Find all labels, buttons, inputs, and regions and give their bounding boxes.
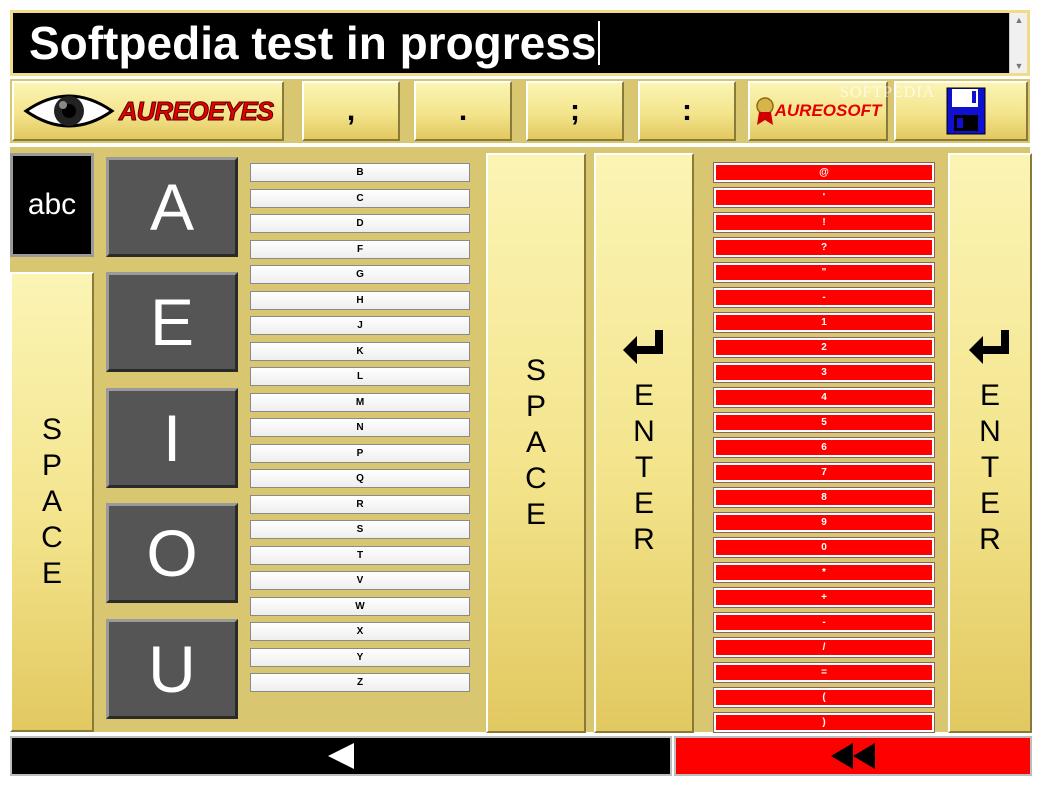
rewind-icon: [831, 743, 875, 769]
key-consonant-j[interactable]: J: [250, 316, 470, 335]
aureoeyes-wordmark: AUREOEYES: [118, 95, 274, 126]
key-consonant-z[interactable]: Z: [250, 673, 470, 692]
key-symbol-20[interactable]: =: [714, 663, 934, 682]
key-symbol-10[interactable]: 5: [714, 413, 934, 432]
enter-button-right[interactable]: ENTER: [948, 153, 1032, 733]
key-colon[interactable]: :: [638, 81, 736, 141]
key-consonant-b[interactable]: B: [250, 163, 470, 182]
key-consonant-f[interactable]: F: [250, 239, 470, 259]
enter-button-left[interactable]: ENTER: [594, 153, 694, 733]
key-symbol-13[interactable]: 8: [714, 488, 934, 507]
key-symbol-3[interactable]: ?: [714, 238, 934, 257]
key-symbol-16[interactable]: *: [714, 563, 934, 582]
key-symbol-7[interactable]: 2: [714, 338, 934, 357]
key-vowel-e[interactable]: E: [106, 272, 238, 372]
key-consonant-m[interactable]: M: [250, 392, 470, 412]
key-symbol-21[interactable]: (: [714, 688, 934, 707]
space-label: SPACE: [41, 413, 63, 590]
key-symbol-14[interactable]: 9: [714, 513, 934, 532]
key-consonant-t[interactable]: T: [250, 545, 470, 565]
key-semicolon[interactable]: ;: [526, 81, 624, 141]
medal-icon: [755, 97, 774, 125]
floppy-disk-icon: [946, 87, 986, 135]
key-consonant-r[interactable]: R: [250, 494, 470, 514]
softpedia-watermark: SOFTPEDIA: [840, 84, 936, 101]
key-symbol-22[interactable]: ): [714, 713, 934, 732]
key-comma[interactable]: ,: [302, 81, 400, 141]
key-consonant-h[interactable]: H: [250, 290, 470, 310]
key-consonant-w[interactable]: W: [250, 596, 470, 616]
text-display[interactable]: Softpedia test in progress ▲ ▼: [13, 13, 1027, 73]
scroll-up-icon[interactable]: ▲: [1010, 13, 1028, 27]
enter-arrow-icon: [623, 330, 663, 364]
enter-label: ENTER: [979, 379, 1001, 556]
space-label: SPACE: [525, 354, 547, 531]
backspace-triangle-icon: [328, 743, 354, 769]
key-symbol-9[interactable]: 4: [714, 388, 934, 407]
key-consonant-l[interactable]: L: [250, 367, 470, 386]
key-symbol-18[interactable]: -: [714, 613, 934, 632]
key-symbol-15[interactable]: 0: [714, 538, 934, 557]
case-toggle-label: abc: [27, 188, 77, 221]
key-symbol-11[interactable]: 6: [714, 438, 934, 457]
key-symbol-17[interactable]: +: [714, 588, 934, 607]
space-button-center[interactable]: SPACE: [486, 153, 586, 733]
text-caret: [598, 21, 601, 65]
clear-button[interactable]: [674, 736, 1032, 776]
key-consonant-p[interactable]: P: [250, 443, 470, 463]
vertical-scrollbar[interactable]: ▲ ▼: [1009, 13, 1027, 73]
case-toggle-button[interactable]: abc: [10, 153, 94, 257]
key-period[interactable]: .: [414, 81, 512, 141]
key-symbol-19[interactable]: /: [714, 638, 934, 657]
key-symbol-8[interactable]: 3: [714, 363, 934, 382]
space-button-left[interactable]: SPACE: [10, 272, 94, 732]
key-consonant-n[interactable]: N: [250, 418, 470, 437]
key-symbol-0[interactable]: @: [714, 163, 934, 182]
key-symbol-12[interactable]: 7: [714, 463, 934, 482]
key-consonant-v[interactable]: V: [250, 571, 470, 590]
key-consonant-c[interactable]: C: [250, 188, 470, 208]
aureosoft-wordmark: AUREOSOFT: [774, 101, 882, 120]
key-symbol-6[interactable]: 1: [714, 313, 934, 332]
enter-label: ENTER: [633, 379, 655, 556]
scroll-down-icon[interactable]: ▼: [1010, 59, 1028, 73]
key-symbol-4[interactable]: ": [714, 263, 934, 282]
key-vowel-i[interactable]: I: [106, 388, 238, 488]
key-vowel-u[interactable]: U: [106, 619, 238, 719]
text-display-frame: Softpedia test in progress ▲ ▼: [10, 10, 1030, 76]
key-consonant-s[interactable]: S: [250, 520, 470, 539]
backspace-button[interactable]: [10, 736, 672, 776]
key-symbol-1[interactable]: ': [714, 188, 934, 207]
key-vowel-o[interactable]: O: [106, 503, 238, 603]
typed-text: Softpedia test in progress: [29, 17, 597, 69]
aureoeyes-logo: AUREOEYES: [12, 81, 284, 141]
key-consonant-q[interactable]: Q: [250, 469, 470, 488]
key-consonant-d[interactable]: D: [250, 214, 470, 233]
key-consonant-k[interactable]: K: [250, 341, 470, 361]
key-consonant-g[interactable]: G: [250, 265, 470, 284]
eye-icon: [23, 94, 115, 128]
key-consonant-x[interactable]: X: [250, 622, 470, 641]
key-symbol-5[interactable]: -: [714, 288, 934, 307]
key-symbol-2[interactable]: !: [714, 213, 934, 232]
key-vowel-a[interactable]: A: [106, 157, 238, 257]
key-consonant-y[interactable]: Y: [250, 647, 470, 667]
enter-arrow-icon: [969, 330, 1009, 364]
